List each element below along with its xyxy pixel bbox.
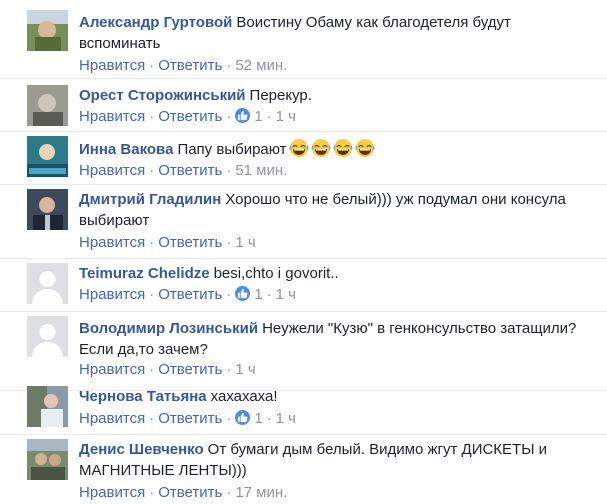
separator: · (226, 162, 232, 179)
comment-actions: Нравится · Ответить · 1 · 1 ч (79, 285, 296, 305)
comment: Денис Шевченко От бумаги дым белый. Видим… (0, 435, 607, 504)
reply-link[interactable]: Ответить (158, 108, 222, 125)
separator: · (149, 234, 155, 251)
separator: · (226, 57, 232, 74)
separator: · (149, 410, 155, 427)
like-link[interactable]: Нравится (79, 108, 145, 125)
separator: · (149, 57, 155, 74)
like-count[interactable]: 1 (254, 108, 262, 125)
separator: · (226, 234, 232, 251)
like-link[interactable]: Нравится (79, 286, 145, 303)
laughing-emoji-icon (289, 138, 309, 158)
comment-actions: Нравится · Ответить · 17 мин. (79, 483, 287, 503)
avatar[interactable] (27, 189, 68, 230)
comment-body: Орест Сторожинський Перекур. (79, 85, 579, 106)
comment: Александр Гуртовой Воистину Обаму как бла… (0, 0, 607, 79)
like-link[interactable]: Нравится (79, 361, 145, 378)
comment: Орест Сторожинський Перекур. Нравится · Отв… (0, 79, 607, 132)
timestamp[interactable]: 1 ч (235, 234, 255, 251)
timestamp[interactable]: 1 ч (276, 108, 296, 125)
thumbs-up-icon[interactable] (235, 108, 251, 123)
separator: · (149, 162, 155, 179)
comment: Дмитрий Гладилин Хорошо что не белый))) у… (0, 185, 607, 264)
like-count[interactable]: 1 (254, 286, 262, 303)
reply-link[interactable]: Ответить (158, 410, 222, 427)
separator: · (226, 361, 232, 378)
reply-link[interactable]: Ответить (158, 361, 222, 378)
separator: · (266, 108, 272, 125)
comment-body: Володимир Лозинський Неужели "Кузю" в ген… (79, 318, 579, 360)
comment-text: Папу выбирают (177, 141, 287, 158)
comment-actions: Нравится · Ответить · 1 ч (79, 233, 256, 253)
separator: · (149, 484, 155, 501)
reply-link[interactable]: Ответить (158, 162, 222, 179)
comment-author[interactable]: Володимир Лозинський (79, 320, 258, 337)
timestamp[interactable]: 17 мин. (235, 484, 287, 501)
separator: · (226, 484, 232, 501)
timestamp[interactable]: 1 ч (276, 410, 296, 427)
like-count[interactable]: 1 (254, 410, 262, 427)
timestamp[interactable]: 52 мин. (235, 57, 287, 74)
comment-body: Денис Шевченко От бумаги дым белый. Видим… (79, 439, 579, 481)
separator: · (266, 286, 272, 303)
reply-link[interactable]: Ответить (158, 57, 222, 74)
thumbs-up-icon[interactable] (235, 410, 251, 425)
comment-text: хахахаха! (210, 388, 278, 405)
comment-author[interactable]: Инна Вакова (79, 141, 173, 158)
comment-body: Инна Вакова Папу выбирают (79, 138, 579, 160)
like-link[interactable]: Нравится (79, 484, 145, 501)
thumbs-up-icon[interactable] (235, 286, 251, 301)
comment-body: Чернова Татьяна хахахаха! (79, 386, 579, 407)
comment-body: Дмитрий Гладилин Хорошо что не белый))) у… (79, 189, 579, 231)
comment-text: Перекур. (249, 87, 312, 104)
separator: · (149, 286, 155, 303)
timestamp[interactable]: 51 мин. (235, 162, 287, 179)
comment-author[interactable]: Денис Шевченко (79, 441, 204, 458)
laughing-emoji-icon (311, 138, 331, 158)
avatar[interactable] (27, 85, 68, 126)
reply-link[interactable]: Ответить (158, 234, 222, 251)
timestamp[interactable]: 1 ч (276, 286, 296, 303)
avatar[interactable] (27, 316, 68, 357)
like-link[interactable]: Нравится (79, 410, 145, 427)
separator: · (266, 410, 272, 427)
comment-actions: Нравится · Ответить · 52 мин. (79, 56, 287, 76)
comment-body: Александр Гуртовой Воистину Обаму как бла… (79, 12, 579, 54)
separator: · (226, 108, 232, 125)
avatar[interactable] (27, 10, 68, 51)
reply-link[interactable]: Ответить (158, 286, 222, 303)
separator: · (149, 108, 155, 125)
avatar[interactable] (27, 386, 68, 427)
comment-author[interactable]: Александр Гуртовой (79, 14, 232, 31)
comment: Инна Вакова Папу выбирают Нравится · Ответи… (0, 132, 607, 185)
comment-body: Teimuraz Chelidze besi,chto i govorit.. (79, 263, 579, 284)
laughing-emoji-icon (355, 138, 375, 158)
avatar[interactable] (27, 439, 68, 480)
laughing-emoji-icon (333, 138, 353, 158)
avatar[interactable] (27, 136, 68, 177)
timestamp[interactable]: 1 ч (235, 361, 255, 378)
separator: · (149, 361, 155, 378)
like-link[interactable]: Нравится (79, 57, 145, 74)
comment: Teimuraz Chelidze besi,chto i govorit.. Н… (0, 259, 607, 312)
comment-author[interactable]: Чернова Татьяна (79, 388, 207, 405)
like-link[interactable]: Нравится (79, 162, 145, 179)
comment-actions: Нравится · Ответить · 1 ч (79, 360, 256, 380)
comment-text: besi,chto i govorit.. (213, 265, 339, 282)
avatar[interactable] (27, 263, 68, 304)
comment-author[interactable]: Орест Сторожинський (79, 87, 246, 104)
separator: · (226, 286, 232, 303)
comment: Володимир Лозинський Неужели "Кузю" в ген… (0, 312, 607, 391)
comment-actions: Нравится · Ответить · 1 · 1 ч (79, 409, 296, 429)
comment-author[interactable]: Дмитрий Гладилин (79, 191, 221, 208)
comment-actions: Нравится · Ответить · 51 мин. (79, 161, 287, 181)
comment-author[interactable]: Teimuraz Chelidze (79, 265, 210, 282)
separator: · (226, 410, 232, 427)
comment-actions: Нравится · Ответить · 1 · 1 ч (79, 107, 296, 127)
reply-link[interactable]: Ответить (158, 484, 222, 501)
like-link[interactable]: Нравится (79, 234, 145, 251)
comment: Чернова Татьяна хахахаха! Нравится · Ответи… (0, 382, 607, 435)
